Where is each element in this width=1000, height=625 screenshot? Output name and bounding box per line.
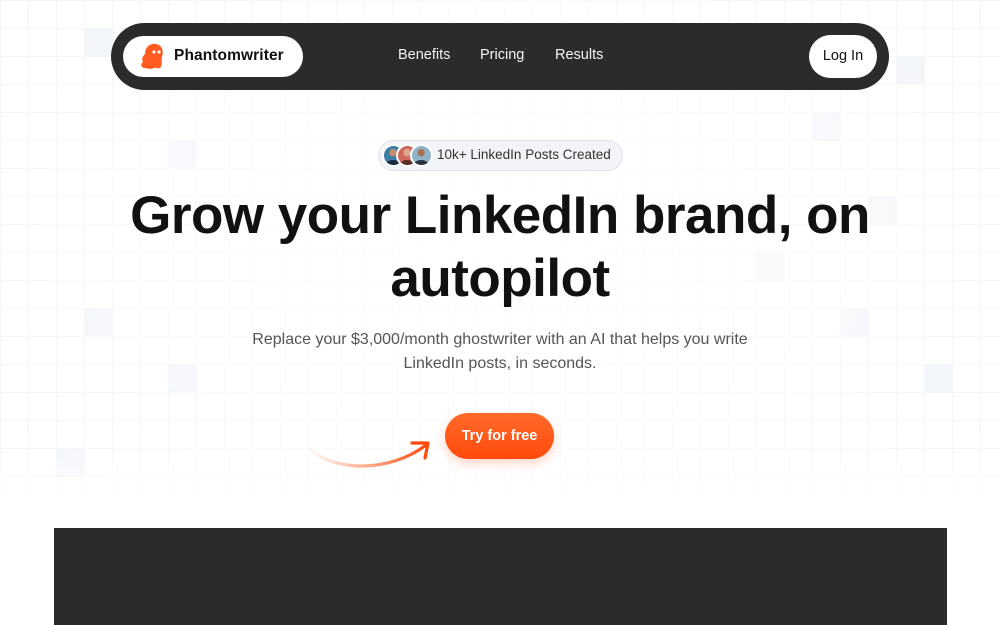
person-icon (413, 148, 429, 165)
top-navbar: Phantomwriter Benefits Pricing Results L… (111, 23, 889, 90)
hero-headline: Grow your LinkedIn brand, on autopilot (60, 184, 940, 310)
product-preview-panel (54, 528, 947, 625)
avatar-stack (382, 144, 438, 167)
headline-line-1: Grow your LinkedIn brand, on (130, 186, 870, 245)
hero-subtext: Replace your $3,000/month ghostwriter wi… (230, 328, 770, 376)
curved-arrow-icon (304, 441, 430, 468)
ghost-icon (141, 43, 163, 69)
headline-line-2: autopilot (390, 249, 610, 308)
nav-link-results[interactable]: Results (555, 47, 603, 63)
badge-text: 10k+ LinkedIn Posts Created (437, 147, 611, 162)
nav-link-pricing[interactable]: Pricing (480, 47, 524, 63)
try-for-free-button[interactable]: Try for free (445, 413, 554, 459)
social-proof-badge: 10k+ LinkedIn Posts Created (378, 140, 623, 171)
subtext-line-2: LinkedIn posts, in seconds. (403, 355, 597, 372)
landing-page: Phantomwriter Benefits Pricing Results L… (0, 0, 1000, 625)
subtext-line-1: Replace your $3,000/month ghostwriter wi… (252, 331, 748, 348)
avatar (410, 144, 433, 167)
nav-link-benefits[interactable]: Benefits (398, 47, 450, 63)
login-button[interactable]: Log In (809, 35, 877, 78)
brand-name: Phantomwriter (174, 47, 284, 64)
brand-logo-pill[interactable]: Phantomwriter (123, 36, 303, 77)
